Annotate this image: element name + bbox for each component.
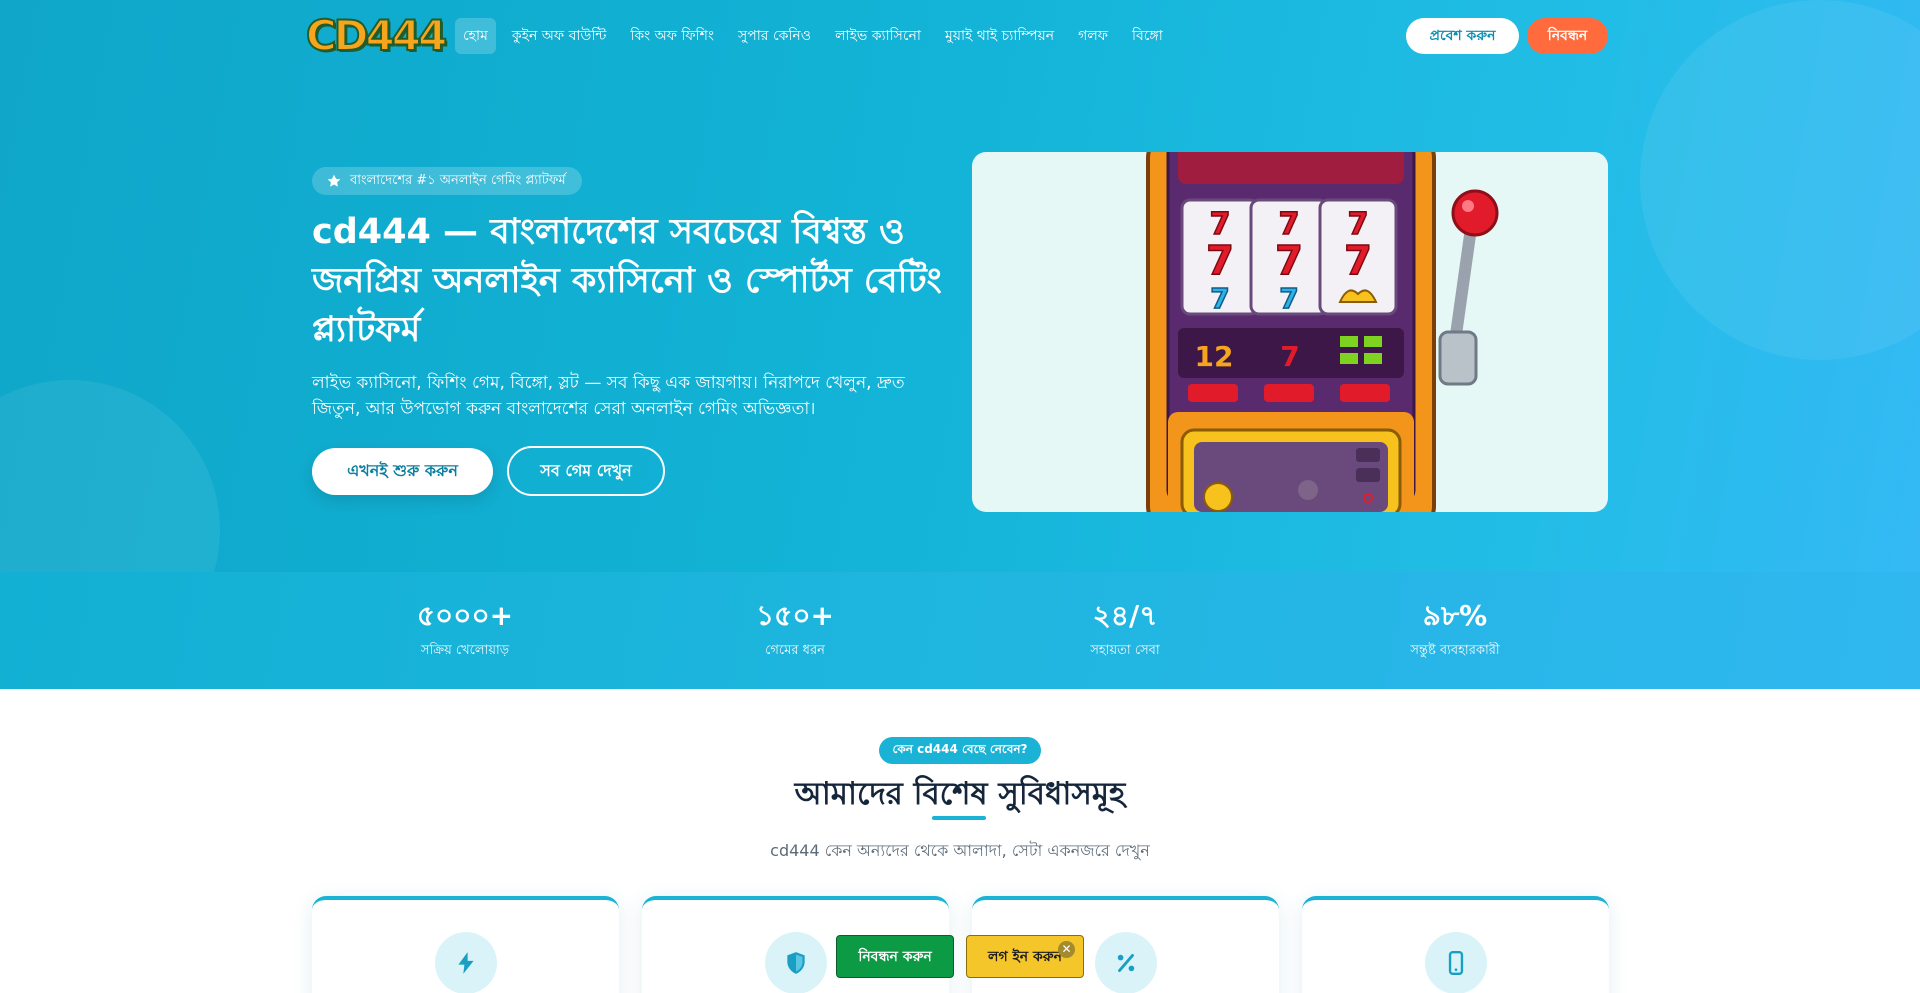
feature-icon-circle xyxy=(1425,932,1487,993)
stat-label: সহায়তা সেবা xyxy=(1090,643,1160,658)
feature-icon-circle xyxy=(435,932,497,993)
feature-icon-circle xyxy=(765,932,827,993)
stat-label: গেমের ধরন xyxy=(765,643,825,658)
nav-item-home[interactable]: হোম xyxy=(455,18,496,54)
close-icon[interactable]: ✕ xyxy=(1058,941,1075,958)
nav-item-king-of-fishing[interactable]: কিং অফ ফিশিং xyxy=(622,18,722,54)
hero-title: cd444 — বাংলাদেশের সবচেয়ে বিশ্বস্ত ও জন… xyxy=(312,212,942,350)
stat-game-types: ১৫০+ গেমের ধরন xyxy=(695,599,895,662)
svg-text:7: 7 xyxy=(1210,207,1231,242)
hero-badge: বাংলাদেশের #১ অনলাইন গেমিং প্ল্যাটফর্ম xyxy=(312,167,582,195)
svg-text:7: 7 xyxy=(1210,282,1229,315)
features-section-pill: কেন cd444 বেছে নেবেন? xyxy=(879,737,1041,764)
stats-bar: ৫০০০+ সক্রিয় খেলোয়াড় ১৫০+ গেমের ধরন ২… xyxy=(0,572,1920,689)
percent-icon xyxy=(1117,954,1135,972)
feature-card xyxy=(1302,896,1609,993)
svg-text:7: 7 xyxy=(1275,238,1303,284)
svg-text:7: 7 xyxy=(1344,238,1372,284)
nav-item-queen-of-bounty[interactable]: কুইন অফ বাউন্টি xyxy=(504,18,614,54)
site-header: CD444 হোম কুইন অফ বাউন্টি কিং অফ ফিশিং স… xyxy=(0,0,1920,72)
mobile-icon xyxy=(1448,950,1464,976)
title-underline xyxy=(932,816,986,820)
stat-active-players: ৫০০০+ সক্রিয় খেলোয়াড় xyxy=(365,599,565,662)
svg-text:7: 7 xyxy=(1280,340,1299,373)
hero-description: লাইভ ক্যাসিনো, ফিশিং গেম, বিঙ্গো, স্লট —… xyxy=(312,373,905,419)
stat-value: ১৫০+ xyxy=(755,599,834,632)
nav-item-live-casino[interactable]: লাইভ ক্যাসিনো xyxy=(827,18,929,54)
register-button[interactable]: নিবন্ধন xyxy=(1527,18,1608,54)
slot-machine-illustration: 7 7 7 7 7 7 7 7 12 7 xyxy=(1146,152,1499,512)
nav-item-bingo[interactable]: বিঙ্গো xyxy=(1124,18,1171,54)
main-nav: হোম কুইন অফ বাউন্টি কিং অফ ফিশিং সুপার ক… xyxy=(455,18,1171,54)
start-now-button[interactable]: এখনই শুরু করুন xyxy=(312,448,493,495)
svg-text:12: 12 xyxy=(1195,340,1234,373)
hero-section: CD444 হোম কুইন অফ বাউন্টি কিং অফ ফিশিং স… xyxy=(0,0,1920,572)
svg-text:7: 7 xyxy=(1206,238,1234,284)
login-button[interactable]: প্রবেশ করুন xyxy=(1406,18,1519,54)
shield-icon xyxy=(787,952,805,974)
features-section-title: আমাদের বিশেষ সুবিধাসমূহ xyxy=(794,776,1126,812)
star-icon xyxy=(327,174,341,187)
nav-item-super-keno[interactable]: সুপার কেনিও xyxy=(730,18,819,54)
stat-value: ৯৮% xyxy=(1422,599,1488,632)
stat-satisfied-users: ৯৮% সন্তুষ্ট ব্যবহারকারী xyxy=(1355,599,1555,662)
decorative-circle xyxy=(0,380,220,572)
stat-label: সন্তুষ্ট ব্যবহারকারী xyxy=(1410,643,1500,658)
view-all-games-button[interactable]: সব গেম দেখুন xyxy=(507,446,665,496)
stat-support: ২৪/৭ সহায়তা সেবা xyxy=(1025,599,1225,662)
stat-value: ৫০০০+ xyxy=(416,599,514,632)
stat-label: সক্রিয় খেলোয়াড় xyxy=(420,643,510,658)
lightning-icon xyxy=(458,952,474,974)
floating-register-button[interactable]: নিবন্ধন করুন xyxy=(836,935,954,978)
site-logo[interactable]: CD444 xyxy=(305,10,448,61)
hero-slot-machine-image: 7 7 7 7 7 7 7 7 12 7 xyxy=(972,152,1608,512)
nav-item-golf[interactable]: গলফ xyxy=(1070,18,1116,54)
stat-value: ২৪/৭ xyxy=(1092,599,1158,632)
features-section-subtitle: cd444 কেন অন্যদের থেকে আলাদা, সেটা একনজর… xyxy=(770,841,1150,860)
feature-icon-circle xyxy=(1095,932,1157,993)
svg-text:7: 7 xyxy=(1279,207,1300,242)
feature-card xyxy=(312,896,619,993)
nav-item-muay-thai-champion[interactable]: মুয়াই থাই চ্যাম্পিয়ন xyxy=(937,18,1062,54)
svg-text:7: 7 xyxy=(1348,207,1369,242)
hero-badge-text: বাংলাদেশের #১ অনলাইন গেমিং প্ল্যাটফর্ম xyxy=(350,172,566,188)
svg-text:7: 7 xyxy=(1279,282,1298,315)
